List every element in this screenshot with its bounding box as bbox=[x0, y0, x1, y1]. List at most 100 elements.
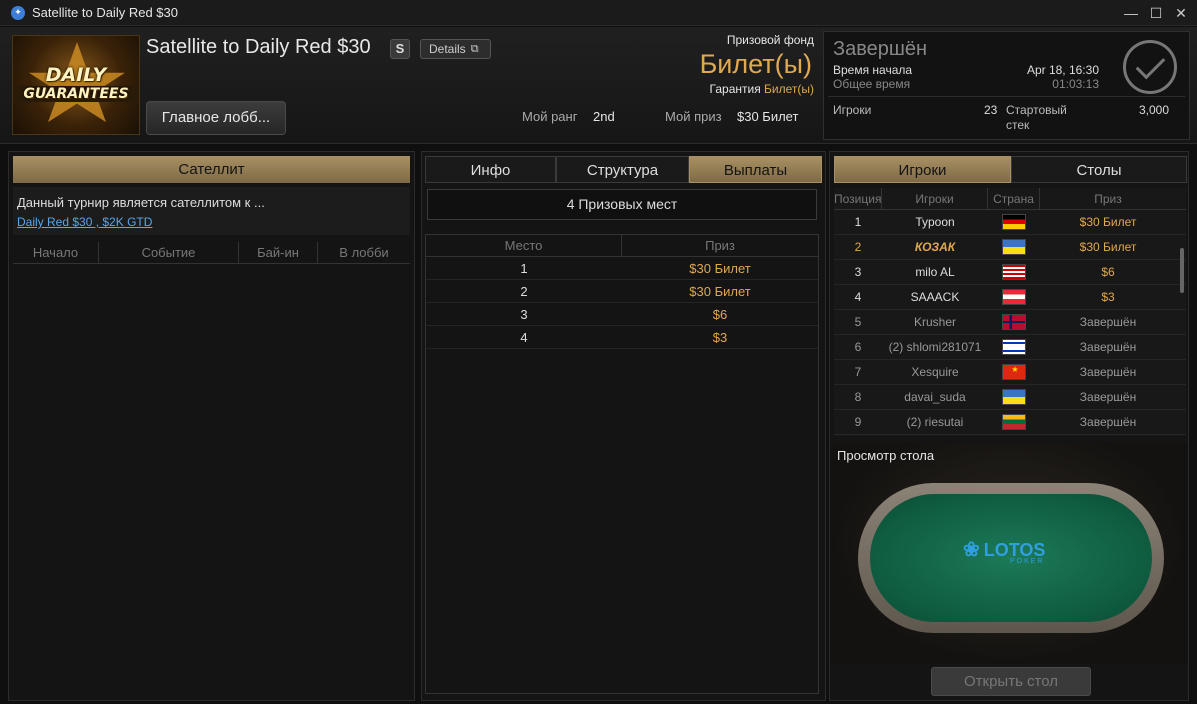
satellite-info: Данный турнир является сателлитом к ... … bbox=[13, 187, 410, 235]
starting-stack-label: Стартовый стек bbox=[1006, 103, 1067, 132]
table-row[interactable]: 1 Typoon $30 Билет bbox=[834, 210, 1186, 235]
player-position: 4 bbox=[854, 290, 862, 304]
guarantee-label: Гарантия bbox=[709, 82, 761, 96]
start-time-label: Время начала bbox=[833, 63, 913, 77]
maximize-icon[interactable]: ☐ bbox=[1146, 3, 1166, 23]
table-preview: Просмотр стола ❀ LOTOS POKER bbox=[830, 443, 1188, 664]
lithuania-flag-icon bbox=[1002, 414, 1026, 430]
close-icon[interactable]: ✕ bbox=[1171, 3, 1191, 23]
starting-stack-value: 3,000 bbox=[1138, 103, 1169, 117]
column-prize: Приз bbox=[705, 238, 735, 253]
table-row[interactable]: 8 davai_suda Завершён bbox=[834, 385, 1186, 410]
ukraine-flag-icon bbox=[1002, 389, 1026, 405]
table-preview-label: Просмотр стола bbox=[837, 448, 935, 463]
tab-payouts[interactable]: Выплаты bbox=[689, 156, 822, 183]
prize-fund-label: Призовой фонд bbox=[726, 33, 814, 47]
payout-place: 3 bbox=[520, 307, 528, 322]
my-prize-value: $30 Билет bbox=[737, 109, 799, 124]
player-prize: Завершён bbox=[1079, 315, 1137, 329]
window-title: Satellite to Daily Red $30 bbox=[32, 5, 178, 20]
payouts-table-header: Место Приз bbox=[426, 235, 818, 257]
table-row: 2 $30 Билет bbox=[426, 280, 818, 303]
column-prize[interactable]: Приз bbox=[1040, 188, 1176, 209]
column-event[interactable]: Событие bbox=[99, 242, 239, 263]
divider bbox=[828, 96, 1185, 97]
players-tabs: Игроки Столы bbox=[834, 156, 1187, 183]
player-country bbox=[988, 310, 1040, 334]
logo-line-2: GUARANTEES bbox=[13, 86, 139, 102]
prize-places-count: 4 Призовых мест bbox=[427, 189, 817, 220]
player-position: 1 bbox=[854, 215, 862, 229]
prize-fund-value: Билет(ы) bbox=[699, 49, 812, 79]
table-row[interactable]: 3 milo AL $6 bbox=[834, 260, 1186, 285]
details-label: Details bbox=[429, 42, 466, 56]
satellite-target-link[interactable]: Daily Red $30 , $2K GTD bbox=[17, 215, 152, 229]
lotos-logo-subtext: POKER bbox=[1010, 558, 1045, 565]
player-prize: $3 bbox=[1101, 290, 1115, 304]
player-name: Krusher bbox=[913, 315, 957, 329]
column-buyin[interactable]: Бай-ин bbox=[239, 242, 318, 263]
tab-structure[interactable]: Структура bbox=[556, 156, 689, 183]
players-panel: Игроки Столы Позиция Игроки Страна Приз … bbox=[829, 151, 1189, 701]
players-scrollbar[interactable] bbox=[1180, 248, 1184, 293]
table-row: 3 $6 bbox=[426, 303, 818, 326]
player-position: 2 bbox=[854, 240, 862, 254]
satellite-table-header: Начало Событие Бай-ин В лобби bbox=[13, 242, 410, 264]
tournament-name: Satellite to Daily Red $30 bbox=[146, 36, 371, 58]
title-bar: ✦ Satellite to Daily Red $30 — ☐ ✕ bbox=[0, 0, 1197, 26]
column-position[interactable]: Позиция bbox=[834, 188, 882, 209]
player-prize: $30 Билет bbox=[1079, 240, 1137, 254]
israel-flag-icon bbox=[1002, 339, 1026, 355]
tab-tables[interactable]: Столы bbox=[1011, 156, 1187, 183]
norway-flag-icon bbox=[1002, 314, 1026, 330]
status-box: Завершён Время начала Apr 18, 16:30 Обще… bbox=[823, 31, 1190, 140]
speed-badge: S bbox=[390, 39, 410, 59]
app-icon: ✦ bbox=[11, 5, 25, 20]
players-count-value: 23 bbox=[984, 103, 998, 117]
china-flag-icon: ★ bbox=[1002, 364, 1026, 380]
player-position: 6 bbox=[854, 340, 862, 354]
column-country[interactable]: Страна bbox=[988, 188, 1040, 209]
player-prize: Завершён bbox=[1079, 415, 1137, 429]
table-row[interactable]: 6 (2) shlomi281071 Завершён bbox=[834, 335, 1186, 360]
tab-info[interactable]: Инфо bbox=[425, 156, 556, 183]
lotos-logo-text: LOTOS bbox=[983, 540, 1046, 560]
player-name: Typoon bbox=[915, 215, 955, 229]
table-row[interactable]: 5 Krusher Завершён bbox=[834, 310, 1186, 335]
table-row[interactable]: 9 (2) riesutai Завершён bbox=[834, 410, 1186, 435]
tab-players[interactable]: Игроки bbox=[834, 156, 1011, 183]
player-position: 8 bbox=[854, 390, 862, 404]
main-lobby-button[interactable]: Главное лобб... bbox=[146, 101, 286, 135]
payout-place: 1 bbox=[520, 261, 528, 276]
start-time-value: Apr 18, 16:30 bbox=[1026, 63, 1099, 77]
open-table-button[interactable]: Открыть стол bbox=[931, 667, 1091, 696]
daily-guarantees-logo: DAILY GUARANTEES bbox=[12, 35, 140, 135]
column-start[interactable]: Начало bbox=[13, 242, 99, 263]
players-table: Позиция Игроки Страна Приз 1 Typoon $30 Би… bbox=[834, 188, 1186, 436]
details-button[interactable]: Details ⧉ bbox=[420, 39, 491, 59]
lotus-icon: ❀ bbox=[963, 539, 980, 561]
table-row[interactable]: 4 SAAACK $3 bbox=[834, 285, 1186, 310]
table-row[interactable]: 7 Xesquire ★ Завершён bbox=[834, 360, 1186, 385]
tournament-header: DAILY GUARANTEES Satellite to Daily Red … bbox=[0, 27, 1197, 144]
external-link-icon: ⧉ bbox=[470, 42, 479, 55]
logo-line-1: DAILY bbox=[45, 64, 107, 86]
my-rank-value: 2nd bbox=[593, 109, 615, 124]
minimize-icon[interactable]: — bbox=[1121, 3, 1141, 23]
column-in-lobby[interactable]: В лобби bbox=[318, 242, 410, 263]
table-row[interactable]: 2 КОЗАК $30 Билет bbox=[834, 235, 1186, 260]
player-name: milo AL bbox=[915, 265, 955, 279]
payout-prize: $30 Билет bbox=[689, 261, 751, 276]
player-country bbox=[988, 260, 1040, 284]
table-row: 1 $30 Билет bbox=[426, 257, 818, 280]
austria-flag-icon bbox=[1002, 289, 1026, 305]
players-table-header: Позиция Игроки Страна Приз bbox=[834, 188, 1186, 210]
player-prize: $30 Билет bbox=[1079, 215, 1137, 229]
player-country bbox=[988, 285, 1040, 309]
payout-prize: $6 bbox=[712, 307, 728, 322]
player-prize: Завершён bbox=[1079, 340, 1137, 354]
column-players[interactable]: Игроки bbox=[882, 188, 988, 209]
checkmark-icon bbox=[1123, 40, 1177, 94]
payout-place: 4 bbox=[520, 330, 528, 345]
player-position: 9 bbox=[854, 415, 862, 429]
